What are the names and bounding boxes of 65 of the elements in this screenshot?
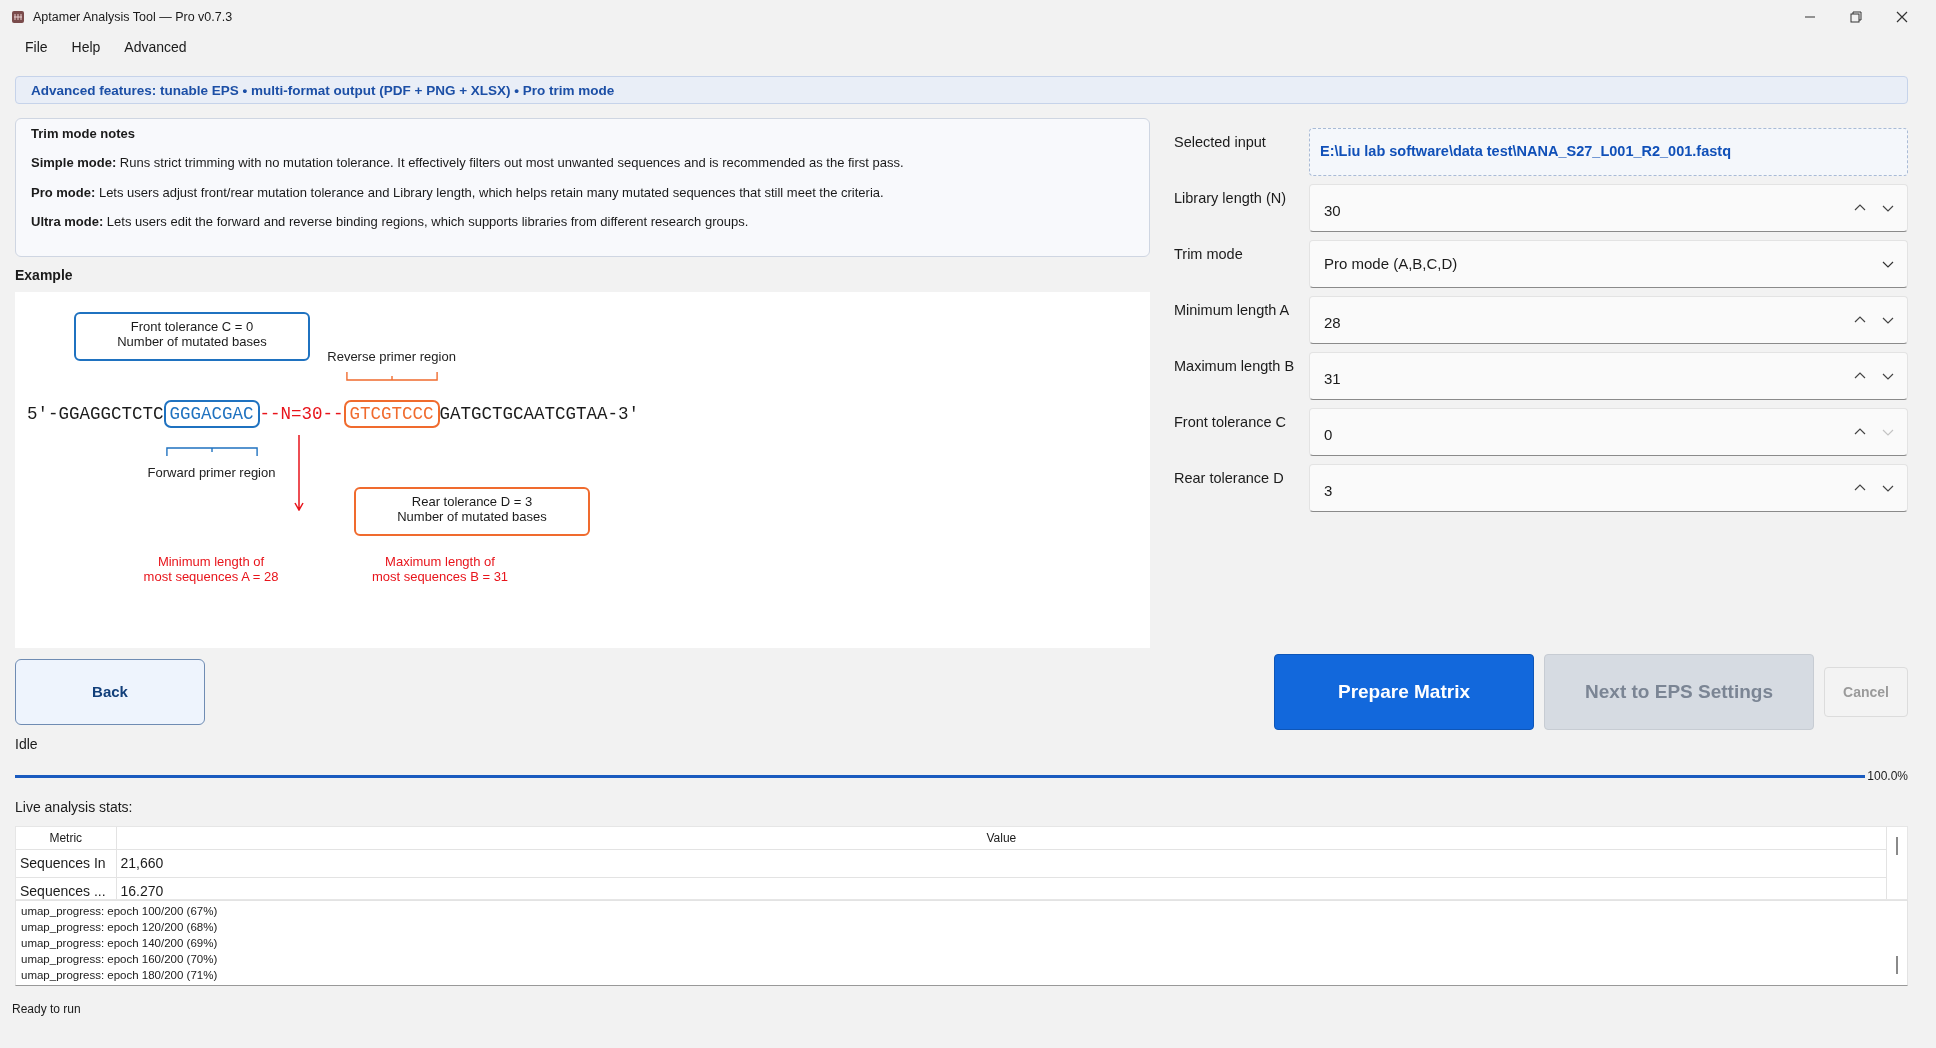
increment-icon[interactable] — [1853, 371, 1867, 381]
increment-icon[interactable] — [1853, 203, 1867, 213]
increment-icon[interactable] — [1853, 315, 1867, 325]
window-title: Aptamer Analysis Tool — Pro v0.7.3 — [33, 8, 233, 26]
file-path-field[interactable]: E:\Liu lab software\data test\NANA_S27_L001_R2_001.fastq — [1309, 128, 1908, 176]
reverse-primer-sequence: GTCGTCCC — [343, 399, 440, 428]
prepare-button[interactable]: Prepare Matrix — [1274, 654, 1534, 730]
column-header: Metric — [16, 827, 116, 849]
menu-item[interactable]: Advanced — [124, 36, 187, 58]
field-label: Trim mode — [1174, 245, 1244, 264]
field-label: Minimum length A — [1174, 301, 1291, 320]
field-label: Maximum length B — [1174, 357, 1296, 376]
log-line: umap_progress: epoch 160/200 (70%) — [21, 952, 219, 967]
increment-icon[interactable] — [1853, 427, 1867, 437]
restore-icon[interactable] — [1850, 11, 1862, 23]
decrement-icon[interactable] — [1881, 371, 1895, 381]
number-field[interactable]: 3 — [1309, 464, 1908, 512]
app-icon — [11, 10, 25, 24]
menu-item[interactable]: Help — [71, 36, 101, 58]
number-field[interactable]: 30 — [1309, 184, 1908, 232]
log-line: umap_progress: epoch 180/200 (71%) — [21, 968, 219, 983]
chevron-down-icon[interactable] — [1881, 259, 1895, 269]
length-note: Maximum length of most sequences B = 31 — [370, 553, 510, 585]
back-button[interactable]: Back — [15, 659, 205, 725]
log-line: umap_progress: epoch 140/200 (69%) — [21, 936, 219, 951]
decrement-icon[interactable] — [1881, 203, 1895, 213]
table-cell: Sequences In — [16, 849, 116, 877]
progress-reading: 100.0% — [1867, 768, 1908, 785]
note-text: Pro mode: Lets users adjust front/rear mutation tolerance and Library length, which helps retain many mutated sequences that still meet the criteria. — [31, 185, 885, 200]
sequence-text: 5'-GGAGGCTCTC — [27, 403, 164, 424]
sequence-text: GATGCTGCAATCGTAA-3' — [439, 403, 640, 424]
close-icon[interactable] — [1896, 11, 1908, 23]
log-line: umap_progress: epoch 100/200 (67%) — [21, 904, 219, 919]
increment-icon[interactable] — [1853, 483, 1867, 493]
dropdown[interactable]: Pro mode (A,B,C,D) — [1309, 240, 1908, 288]
decrement-icon[interactable] — [1881, 483, 1895, 493]
note-text: Ultra mode: Lets users edit the forward and reverse binding regions, which supports libraries from different research groups. — [31, 214, 750, 230]
stats-label: Live analysis stats: — [15, 798, 134, 817]
tolerance-callout: Front tolerance C = 0 Number of mutated bases — [74, 311, 310, 361]
scrollbar-thumb[interactable] — [1896, 956, 1898, 974]
random-region-sequence: --N=30-- — [259, 403, 344, 424]
number-field[interactable]: 28 — [1309, 296, 1908, 344]
table-cell: 21,660 — [116, 849, 1887, 877]
field-label: Rear tolerance D — [1174, 469, 1285, 488]
menu-item[interactable]: File — [25, 36, 48, 58]
scrollbar-thumb[interactable] — [1896, 837, 1899, 855]
example-label: Example — [15, 265, 74, 285]
feature-banner: Advanced features: tunable EPS • multi-format output (PDF + PNG + XLSX) • Pro trim mode — [15, 76, 1908, 104]
log-line: umap_progress: epoch 120/200 (68%) — [21, 920, 219, 935]
column-header: Value — [116, 827, 1887, 849]
status-bar-text: Ready to run — [12, 1001, 82, 1018]
decrement-icon[interactable] — [1881, 315, 1895, 325]
field-label: Library length (N) — [1174, 189, 1287, 208]
number-field[interactable]: 31 — [1309, 352, 1908, 400]
status-text: Idle — [15, 735, 39, 754]
length-note: Minimum length of most sequences A = 28 — [142, 553, 280, 585]
region-label: Reverse primer region — [327, 347, 456, 366]
forward-primer-sequence: GGGACGAC — [163, 399, 260, 428]
number-field[interactable]: 0 — [1309, 408, 1908, 456]
notes-title: Trim mode notes — [31, 127, 137, 142]
field-label: Front tolerance C — [1174, 413, 1288, 432]
note-text: Simple mode: Runs strict trimming with no mutation tolerance. It effectively filters out most unwanted sequences and is recommended as the first pass. — [31, 156, 905, 171]
region-label: Forward primer region — [147, 463, 276, 482]
tolerance-callout: Rear tolerance D = 3 Number of mutated bases — [354, 486, 590, 536]
field-label: Selected input — [1174, 133, 1267, 152]
